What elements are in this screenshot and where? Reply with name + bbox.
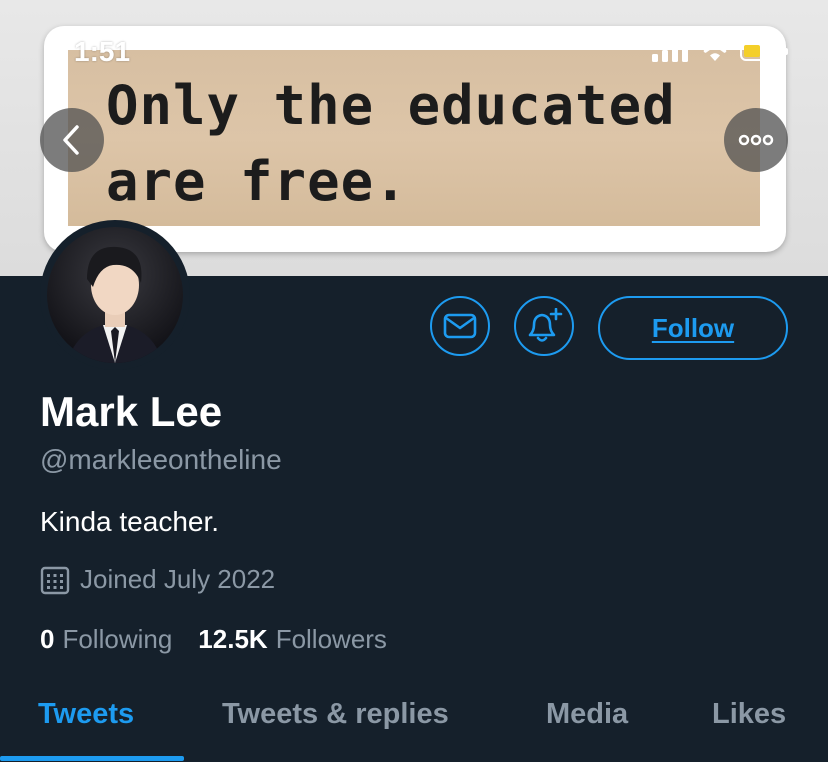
followers-link[interactable]: 12.5K Followers bbox=[198, 624, 387, 655]
more-dots-icon bbox=[738, 134, 774, 146]
tab-tweets-replies[interactable]: Tweets & replies bbox=[222, 698, 449, 731]
follow-stats: 0 Following 12.5K Followers bbox=[40, 624, 387, 655]
followers-count: 12.5K bbox=[198, 624, 268, 654]
chevron-left-icon bbox=[63, 125, 79, 155]
joined-date: Joined July 2022 bbox=[40, 564, 275, 595]
following-label: Following bbox=[62, 624, 173, 654]
profile-tabs: Tweets Tweets & replies Media Likes bbox=[0, 690, 828, 762]
notifications-button[interactable] bbox=[514, 296, 574, 356]
back-button[interactable] bbox=[40, 108, 104, 172]
calendar-icon bbox=[40, 566, 70, 594]
following-link[interactable]: 0 Following bbox=[40, 624, 172, 655]
avatar[interactable] bbox=[47, 227, 183, 363]
bell-plus-icon bbox=[528, 308, 563, 342]
avatar-image bbox=[67, 246, 163, 363]
follow-button[interactable]: Follow bbox=[598, 296, 788, 360]
tab-tweets[interactable]: Tweets bbox=[38, 698, 134, 731]
status-bar: 1:51 bbox=[0, 36, 828, 67]
tab-media[interactable]: Media bbox=[546, 698, 628, 731]
battery-icon bbox=[740, 41, 788, 61]
banner-quote: Only the educated are free. bbox=[106, 68, 746, 220]
profile-name: Mark Lee bbox=[40, 388, 223, 435]
status-time: 1:51 bbox=[74, 36, 131, 67]
more-options-button[interactable] bbox=[724, 108, 788, 172]
banner-quote-line1: Only the educated bbox=[106, 74, 676, 137]
message-button[interactable] bbox=[430, 296, 490, 356]
signal-icon bbox=[652, 40, 688, 62]
profile-bio: Kinda teacher. bbox=[40, 506, 220, 537]
followers-label: Followers bbox=[275, 624, 387, 654]
mail-icon bbox=[443, 313, 477, 339]
tab-likes[interactable]: Likes bbox=[712, 698, 786, 731]
wifi-icon bbox=[700, 40, 730, 61]
active-tab-indicator bbox=[0, 756, 184, 761]
avatar-ring[interactable] bbox=[40, 220, 190, 370]
banner-quote-line2: are free. bbox=[106, 150, 408, 213]
following-count: 0 bbox=[40, 624, 55, 654]
profile-handle: @markleeontheline bbox=[40, 444, 282, 475]
joined-text: Joined July 2022 bbox=[80, 564, 276, 594]
